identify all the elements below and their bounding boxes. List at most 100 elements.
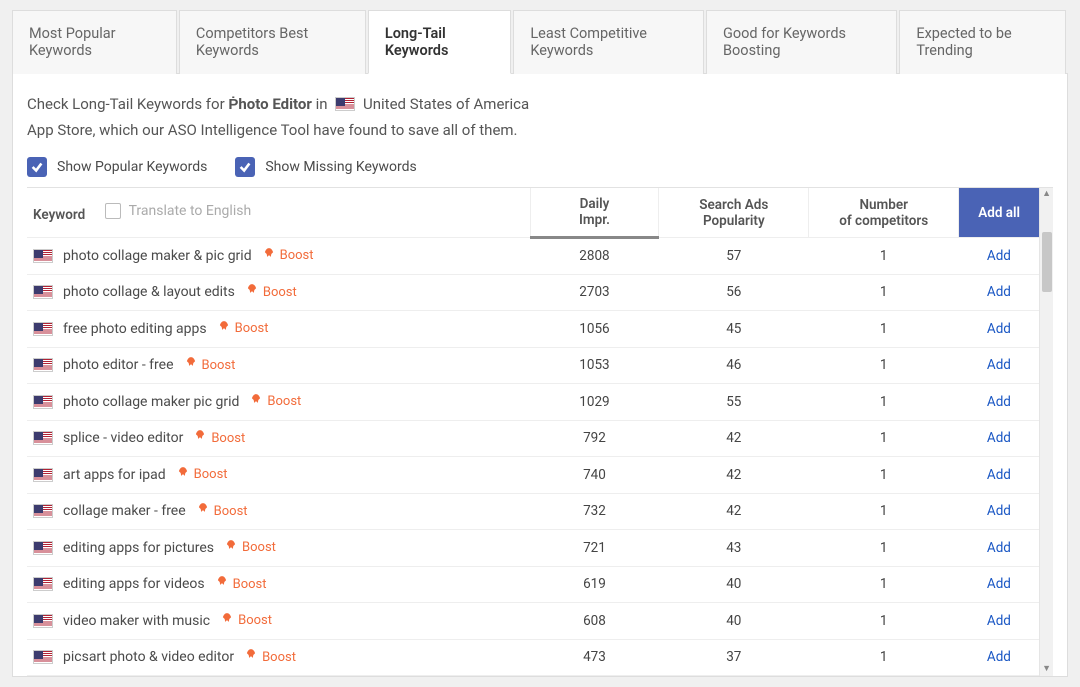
boost-button[interactable]: Boost: [220, 612, 272, 630]
col-keyword[interactable]: Keyword Translate to English: [27, 188, 530, 238]
col-number-competitors[interactable]: Numberof competitors: [809, 188, 959, 238]
cell-noc: 1: [809, 493, 959, 530]
tab-most-popular-keywords[interactable]: Most Popular Keywords: [12, 10, 177, 74]
boost-button[interactable]: Boost: [217, 320, 269, 338]
boost-button[interactable]: Boost: [224, 539, 276, 557]
add-button[interactable]: Add: [987, 321, 1011, 337]
tab-long-tail-keywords[interactable]: Long-Tail Keywords: [368, 10, 512, 74]
cell-noc: 1: [809, 566, 959, 603]
rocket-icon: [245, 283, 259, 301]
cell-sap: 37: [659, 639, 809, 676]
keyword-text: editing apps for videos: [63, 576, 205, 592]
cell-noc: 1: [809, 384, 959, 421]
add-button[interactable]: Add: [987, 284, 1011, 300]
add-button[interactable]: Add: [987, 576, 1011, 592]
add-all-button[interactable]: Add all: [959, 188, 1039, 237]
boost-button[interactable]: Boost: [184, 356, 236, 374]
boost-button[interactable]: Boost: [176, 466, 228, 484]
tab-expected-to-be-trending[interactable]: Expected to be Trending: [899, 10, 1066, 74]
table-row: collage maker - freeBoost732421Add: [27, 493, 1039, 530]
col-search-ads-popularity[interactable]: Search AdsPopularity: [659, 188, 809, 238]
desc-app-name: Ṗhoto Editor: [228, 95, 312, 113]
table-row: video maker with musicBoost608401Add: [27, 603, 1039, 640]
boost-button[interactable]: Boost: [262, 247, 314, 265]
boost-label: Boost: [202, 358, 236, 373]
toggle-missing-label: Show Missing Keywords: [265, 159, 416, 175]
flag-us-icon: [33, 541, 53, 555]
boost-button[interactable]: Boost: [196, 502, 248, 520]
cell-noc: 1: [809, 530, 959, 567]
flag-us-icon: [33, 468, 53, 482]
keyword-text: editing apps for pictures: [63, 540, 214, 556]
flag-us-icon: [33, 504, 53, 518]
cell-sap: 42: [659, 493, 809, 530]
col-daily-impr[interactable]: DailyImpr.: [530, 188, 659, 238]
scroll-up-icon[interactable]: ▲: [1040, 190, 1053, 199]
keyword-text: free photo editing apps: [63, 321, 207, 337]
scrollbar[interactable]: ▲ ▼: [1039, 188, 1053, 676]
cell-daily: 608: [530, 603, 659, 640]
description: Check Long-Tail Keywords for Ṗhoto Edito…: [27, 92, 1053, 143]
cell-daily: 1056: [530, 311, 659, 348]
add-button[interactable]: Add: [987, 248, 1011, 264]
keywords-table: Keyword Translate to English DailyImpr. …: [27, 188, 1039, 676]
add-button[interactable]: Add: [987, 613, 1011, 629]
keyword-text: photo collage maker & pic grid: [63, 248, 252, 264]
translate-label: Translate to English: [129, 203, 252, 219]
scroll-thumb[interactable]: [1042, 232, 1052, 292]
flag-us-icon: [33, 358, 53, 372]
toggle-missing[interactable]: Show Missing Keywords: [235, 157, 416, 177]
boost-label: Boost: [262, 650, 296, 665]
boost-label: Boost: [263, 285, 297, 300]
boost-label: Boost: [235, 321, 269, 336]
keyword-text: photo editor - free: [63, 357, 174, 373]
boost-button[interactable]: Boost: [215, 575, 267, 593]
rocket-icon: [244, 648, 258, 666]
cell-sap: 43: [659, 530, 809, 567]
add-button[interactable]: Add: [987, 649, 1011, 665]
checkbox-empty-icon: [105, 203, 121, 219]
add-button[interactable]: Add: [987, 357, 1011, 373]
toggle-popular[interactable]: Show Popular Keywords: [27, 157, 207, 177]
col-keyword-label: Keyword: [33, 207, 85, 223]
tab-competitors-best-keywords[interactable]: Competitors Best Keywords: [179, 10, 366, 74]
checkbox-checked-icon: [235, 157, 255, 177]
rocket-icon: [176, 466, 190, 484]
add-button[interactable]: Add: [987, 430, 1011, 446]
boost-label: Boost: [233, 577, 267, 592]
col-noc-label: Numberof competitors: [839, 197, 928, 229]
cell-noc: 1: [809, 274, 959, 311]
flag-us-icon: [335, 97, 355, 111]
keyword-text: splice - video editor: [63, 430, 183, 446]
scroll-down-icon[interactable]: ▼: [1040, 665, 1053, 674]
add-button[interactable]: Add: [987, 503, 1011, 519]
tab-least-competitive-keywords[interactable]: Least Competitive Keywords: [513, 10, 704, 74]
boost-button[interactable]: Boost: [249, 393, 301, 411]
tab-good-for-keywords-boosting[interactable]: Good for Keywords Boosting: [706, 10, 897, 74]
cell-daily: 1029: [530, 384, 659, 421]
checkbox-checked-icon: [27, 157, 47, 177]
add-button[interactable]: Add: [987, 540, 1011, 556]
cell-daily: 619: [530, 566, 659, 603]
flag-us-icon: [33, 431, 53, 445]
cell-noc: 1: [809, 238, 959, 275]
boost-button[interactable]: Boost: [244, 648, 296, 666]
table-row: art apps for ipadBoost740421Add: [27, 457, 1039, 494]
rocket-icon: [249, 393, 263, 411]
boost-button[interactable]: Boost: [193, 429, 245, 447]
col-sap-label: Search AdsPopularity: [699, 197, 768, 229]
keyword-text: picsart photo & video editor: [63, 649, 234, 665]
table-row: photo editor - freeBoost1053461Add: [27, 347, 1039, 384]
add-button[interactable]: Add: [987, 467, 1011, 483]
rocket-icon: [193, 429, 207, 447]
translate-toggle[interactable]: Translate to English: [105, 203, 252, 219]
add-all-label: Add all: [978, 205, 1020, 221]
cell-noc: 1: [809, 347, 959, 384]
add-button[interactable]: Add: [987, 394, 1011, 410]
rocket-icon: [220, 612, 234, 630]
keyword-text: video maker with music: [63, 613, 210, 629]
boost-button[interactable]: Boost: [245, 283, 297, 301]
col-add: Add all: [959, 188, 1040, 238]
cell-sap: 40: [659, 566, 809, 603]
cell-sap: 55: [659, 384, 809, 421]
